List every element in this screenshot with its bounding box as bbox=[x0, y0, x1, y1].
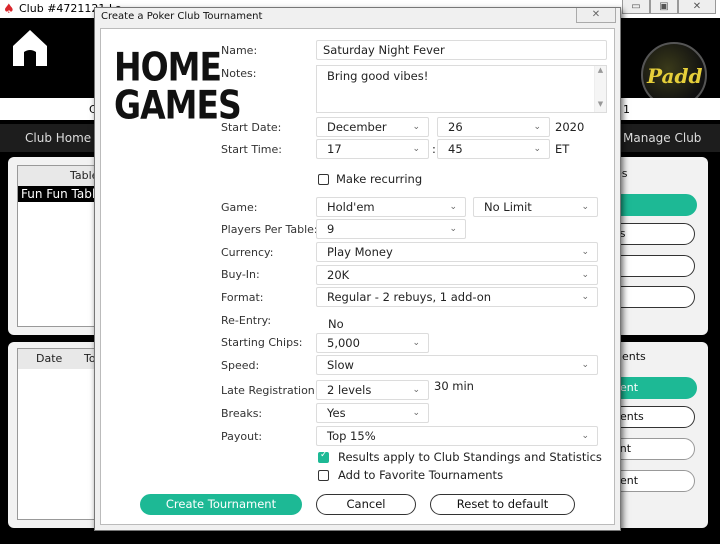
cancel-button[interactable]: Cancel bbox=[316, 494, 416, 515]
late-registration-select[interactable]: 2 levels ⌄ bbox=[316, 380, 429, 400]
make-recurring-label: Make recurring bbox=[336, 172, 423, 186]
players-per-table-label: Players Per Table: bbox=[221, 223, 318, 236]
starting-chips-label: Starting Chips: bbox=[221, 336, 303, 349]
game-select[interactable]: Hold'em ⌄ bbox=[316, 197, 466, 217]
chevron-down-icon: ⌄ bbox=[581, 360, 589, 370]
name-input[interactable]: Saturday Night Fever bbox=[316, 40, 607, 60]
window-controls: ▭ ▣ ✕ bbox=[622, 0, 716, 14]
start-day-select[interactable]: 26 ⌄ bbox=[437, 117, 550, 137]
chevron-down-icon: ⌄ bbox=[449, 202, 457, 212]
chevron-down-icon: ⌄ bbox=[581, 202, 589, 212]
results-apply-label: Results apply to Club Standings and Stat… bbox=[338, 450, 602, 464]
right-panel-tournaments: nents nent nents ent nent bbox=[602, 342, 708, 528]
start-month-select[interactable]: December ⌄ bbox=[316, 117, 429, 137]
chevron-down-icon: ⌄ bbox=[449, 224, 457, 234]
re-entry-label: Re-Entry: bbox=[221, 314, 272, 327]
game-label: Game: bbox=[221, 201, 258, 214]
payout-select[interactable]: Top 15% ⌄ bbox=[316, 426, 598, 446]
notes-textarea[interactable]: Bring good vibes! ▲ ▼ bbox=[316, 65, 607, 113]
minimize-button[interactable]: ▭ bbox=[622, 0, 650, 14]
home-games-logo: HOME GAMES bbox=[114, 43, 242, 128]
chevron-down-icon: ⌄ bbox=[412, 144, 420, 154]
nav-club-home[interactable]: Club Home bbox=[25, 124, 91, 152]
home-icon[interactable] bbox=[12, 28, 48, 68]
breaks-select[interactable]: Yes ⌄ bbox=[316, 403, 429, 423]
currency-label: Currency: bbox=[221, 246, 274, 259]
close-button[interactable]: ✕ bbox=[678, 0, 716, 14]
start-date-label: Start Date: bbox=[221, 121, 282, 134]
speed-select[interactable]: Slow ⌄ bbox=[316, 355, 598, 375]
nav-manage-club[interactable]: Manage Club bbox=[623, 124, 701, 152]
time-separator: : bbox=[432, 142, 436, 156]
chevron-down-icon: ⌄ bbox=[581, 247, 589, 257]
dialog-body: HOME GAMES Name: Saturday Night Fever No… bbox=[100, 28, 615, 525]
speed-label: Speed: bbox=[221, 359, 260, 372]
timezone: ET bbox=[555, 142, 570, 156]
chevron-down-icon: ⌄ bbox=[581, 431, 589, 441]
late-registration-label: Late Registration: bbox=[221, 384, 319, 397]
tables-panel: Table Fun Fun Table bbox=[8, 157, 108, 335]
add-favorite-checkbox[interactable] bbox=[318, 470, 329, 481]
notes-label: Notes: bbox=[221, 67, 257, 80]
column-date[interactable]: Date bbox=[36, 349, 62, 369]
tournaments-panel: Date To bbox=[8, 342, 108, 528]
chevron-down-icon: ⌄ bbox=[581, 292, 589, 302]
make-recurring-checkbox[interactable] bbox=[318, 174, 329, 185]
restore-button[interactable]: ▣ bbox=[650, 0, 678, 14]
chevron-down-icon: ⌄ bbox=[412, 338, 420, 348]
pokerstars-spade-icon: ♠ bbox=[3, 2, 15, 17]
reset-to-default-button[interactable]: Reset to default bbox=[430, 494, 575, 515]
create-tournament-dialog: Create a Poker Club Tournament ✕ HOME GA… bbox=[94, 7, 621, 531]
create-tournament-button[interactable]: Create Tournament bbox=[140, 494, 302, 515]
chevron-down-icon: ⌄ bbox=[581, 270, 589, 280]
payout-label: Payout: bbox=[221, 430, 263, 443]
notes-scrollbar[interactable]: ▲ ▼ bbox=[594, 66, 606, 112]
dialog-close-button[interactable]: ✕ bbox=[576, 8, 616, 23]
start-minute-select[interactable]: 45 ⌄ bbox=[437, 139, 550, 159]
format-label: Format: bbox=[221, 291, 264, 304]
chevron-down-icon: ⌄ bbox=[412, 408, 420, 418]
currency-select[interactable]: Play Money ⌄ bbox=[316, 242, 598, 262]
buy-in-select[interactable]: 20K ⌄ bbox=[316, 265, 598, 285]
players-per-table-select[interactable]: 9 ⌄ bbox=[316, 219, 466, 239]
limit-select[interactable]: No Limit ⌄ bbox=[473, 197, 598, 217]
chevron-down-icon: ⌄ bbox=[533, 144, 541, 154]
start-time-label: Start Time: bbox=[221, 143, 282, 156]
starting-chips-select[interactable]: 5,000 ⌄ bbox=[316, 333, 429, 353]
format-select[interactable]: Regular - 2 rebuys, 1 add-on ⌄ bbox=[316, 287, 598, 307]
late-registration-duration: 30 min bbox=[434, 379, 474, 393]
dialog-title: Create a Poker Club Tournament bbox=[101, 11, 263, 22]
right-panel-tables: es e es e bbox=[602, 157, 708, 335]
re-entry-value: No bbox=[328, 317, 344, 331]
start-year: 2020 bbox=[555, 120, 585, 134]
buy-in-label: Buy-In: bbox=[221, 268, 260, 281]
results-apply-checkbox[interactable] bbox=[318, 450, 329, 463]
chevron-down-icon: ⌄ bbox=[412, 122, 420, 132]
breaks-label: Breaks: bbox=[221, 407, 263, 420]
chevron-down-icon: ⌄ bbox=[412, 385, 420, 395]
add-favorite-label: Add to Favorite Tournaments bbox=[338, 468, 504, 482]
start-hour-select[interactable]: 17 ⌄ bbox=[316, 139, 429, 159]
name-label: Name: bbox=[221, 44, 258, 57]
chevron-down-icon: ⌄ bbox=[533, 122, 541, 132]
